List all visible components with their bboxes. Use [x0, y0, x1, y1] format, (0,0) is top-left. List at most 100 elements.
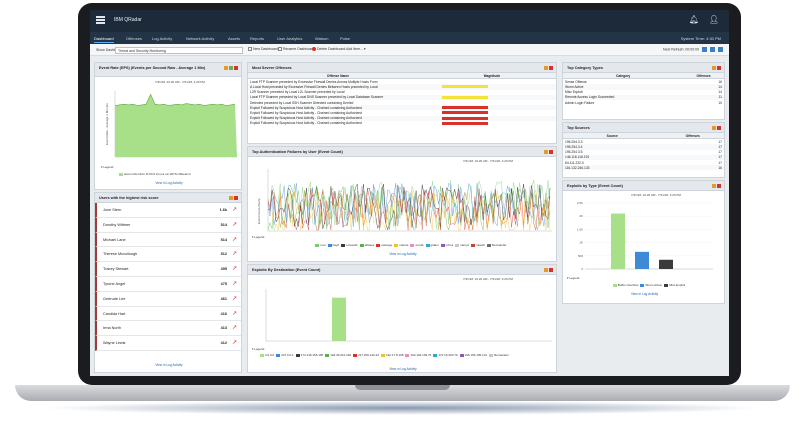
panel-close-icon[interactable] — [549, 66, 553, 70]
auth-failures-log-link[interactable]: View in Log Activity — [248, 252, 558, 256]
legend-item[interactable]: carnys — [453, 243, 469, 247]
user-row[interactable]: Candida Hart 416 ↗ — [95, 306, 241, 322]
tab-offenses[interactable]: Offenses — [126, 36, 142, 41]
panel-close-icon[interactable] — [234, 196, 238, 200]
legend-item[interactable]: Remainder — [485, 243, 507, 247]
legend-item[interactable]: enmik — [408, 243, 424, 247]
panel-settings-icon[interactable] — [712, 184, 716, 188]
user-row[interactable]: Therese Mccullough 512 ↗ — [95, 247, 241, 263]
delete-dashboard-button[interactable]: Delete Dashboard — [312, 47, 345, 53]
legend-item[interactable]: bayd — [326, 243, 339, 247]
panel-settings-icon[interactable] — [712, 66, 716, 70]
tab-user-analytics[interactable]: User Analytics — [277, 36, 302, 41]
exploits-type-chart: 2.5K 2K 1.5K 1K 500 0 — [577, 201, 713, 271]
panel-close-icon[interactable] — [717, 126, 721, 130]
legend-item[interactable]: Worm Active — [638, 283, 662, 287]
risk-users-title: Users with the highest risk score — [95, 193, 241, 203]
legend-item-label: 194.39.210.193 — [330, 353, 352, 357]
panel-close-icon[interactable] — [717, 66, 721, 70]
exploits-type-timestamp: 7/31/18, 10:20 AM - 7/31/18, 4:20 PM — [631, 193, 681, 197]
add-item-button[interactable]: Add Item... ▾ — [346, 47, 366, 53]
panel-settings-icon[interactable] — [544, 150, 548, 154]
delete-icon — [312, 47, 316, 52]
refresh-icon[interactable] — [710, 47, 716, 52]
user-row[interactable]: Jone Stern 1.6k ↗ — [95, 203, 241, 218]
legend-item[interactable]: 174.136.156.195 — [294, 353, 323, 357]
legend-item-label: 247.0.0.1 — [281, 353, 294, 357]
bell-icon[interactable]: 🔔︎ — [689, 15, 699, 24]
legend-item[interactable]: gldam — [424, 243, 439, 247]
main-nav: Dashboard Offenses Log Activity Network … — [90, 32, 729, 44]
legend-item-label: 172.16.200.79 — [438, 353, 458, 357]
panel-close-icon[interactable] — [717, 184, 721, 188]
tab-watson[interactable]: Watson — [315, 36, 328, 41]
legend-item[interactable]: marote — [392, 243, 408, 247]
user-row[interactable]: Tracey Stewart 495 ↗ — [95, 262, 241, 277]
user-risk-score: 514 — [220, 222, 227, 227]
tab-reports[interactable]: Reports — [250, 36, 264, 41]
legend-item[interactable]: Misc Exploit — [662, 283, 685, 287]
dashboard-select-value: Threat and Security Monitoring — [118, 48, 166, 53]
panel-detach-icon[interactable] — [229, 66, 233, 70]
table-row[interactable]: Admin Login Failure 10 — [563, 100, 724, 105]
legend-item[interactable]: Remainder — [487, 353, 509, 357]
legend-item[interactable]: 192.192.193.76 — [403, 353, 431, 357]
panel-close-icon[interactable] — [549, 268, 553, 272]
panel-close-icon[interactable] — [549, 150, 553, 154]
tab-network-activity[interactable]: Network Activity — [186, 36, 214, 41]
exploits-destination-log-link[interactable]: View in Log Activity — [248, 367, 558, 371]
legend-item[interactable]: atlases — [358, 243, 374, 247]
user-row[interactable]: Michael Lane 514 ↗ — [95, 232, 241, 248]
panel-settings-icon[interactable] — [224, 66, 228, 70]
legend-item[interactable]: root — [313, 243, 326, 247]
legend-item[interactable]: Buffer Overflow — [611, 283, 638, 287]
user-row[interactable]: Irma North 413 ↗ — [95, 321, 241, 337]
panel-settings-icon[interactable] — [544, 268, 548, 272]
tab-pulse[interactable]: Pulse — [340, 36, 350, 41]
offense-name: Exploit Followed by Suspicious Host Acti… — [250, 121, 362, 126]
legend-item[interactable]: 194.39.210.193 — [323, 353, 351, 357]
new-dashboard-button[interactable]: New Dashboard — [248, 47, 278, 53]
user-row[interactable]: Wayne Lewis 412 ↗ — [95, 336, 241, 351]
legend-item[interactable]: mkacb — [469, 243, 485, 247]
menu-icon[interactable] — [96, 16, 105, 24]
user-row[interactable]: Tyrone Angel 475 ↗ — [95, 276, 241, 292]
legend-item[interactable]: 196.196.195.101 — [458, 353, 488, 357]
exploits-type-log-link[interactable]: View in Log Activity — [563, 292, 726, 296]
legend-item-label: 196.196.195.101 — [464, 353, 488, 357]
legend-item[interactable]: 217.200.210.44 — [351, 353, 379, 357]
tab-dashboard[interactable]: Dashboard — [94, 36, 114, 43]
y-tick-label: 1.5K — [577, 227, 583, 231]
panel-settings-icon[interactable] — [712, 126, 716, 130]
legend-item[interactable]: 172.16.200.79 — [431, 353, 458, 357]
user-row[interactable]: Gertrude Lee 461 ↗ — [95, 291, 241, 307]
dashboard-select[interactable]: Threat and Security Monitoring — [115, 46, 243, 54]
panel-settings-icon[interactable] — [229, 196, 233, 200]
legend-item[interactable]: 192.17.8.168 — [379, 353, 403, 357]
rename-dashboard-button[interactable]: Rename Dashboard — [278, 47, 314, 53]
pause-icon[interactable] — [702, 47, 708, 52]
help-icon[interactable] — [718, 47, 723, 52]
user-row[interactable]: Dorothy Wittmer 514 ↗ — [95, 217, 241, 233]
tab-log-activity[interactable]: Log Activity — [152, 36, 172, 41]
table-row[interactable]: 116.132.246.133 16 — [563, 165, 724, 171]
tab-assets[interactable]: Assets — [228, 36, 240, 41]
legend-item[interactable]: 0.0.0.0 — [258, 353, 274, 357]
panel-close-icon[interactable] — [234, 66, 238, 70]
trend-up-icon: ↗ — [231, 266, 237, 273]
panel-settings-icon[interactable] — [544, 66, 548, 70]
magnitude-bar — [442, 121, 488, 125]
legend-item[interactable]: ermandc — [339, 243, 358, 247]
user-name: Michael Lane — [103, 237, 126, 242]
event-rate-log-link[interactable]: View in Log Activity — [95, 181, 243, 185]
table-row[interactable]: Exploit Followed by Suspicious Host Acti… — [248, 121, 556, 126]
risk-users-log-link[interactable]: View in Log Activity — [95, 363, 243, 367]
magnitude-bar — [442, 95, 488, 99]
legend-item[interactable]: eacarge — [374, 243, 392, 247]
type-legend: Buffer Overflow Worm Active Misc Exploit — [573, 283, 723, 287]
legend-item-label: Remainder — [494, 353, 509, 357]
user-icon[interactable]: 👤︎ — [709, 15, 719, 24]
user-risk-score: 495 — [220, 267, 227, 272]
legend-item[interactable]: mbr.a — [439, 243, 453, 247]
legend-item[interactable]: 247.0.0.1 — [274, 353, 294, 357]
